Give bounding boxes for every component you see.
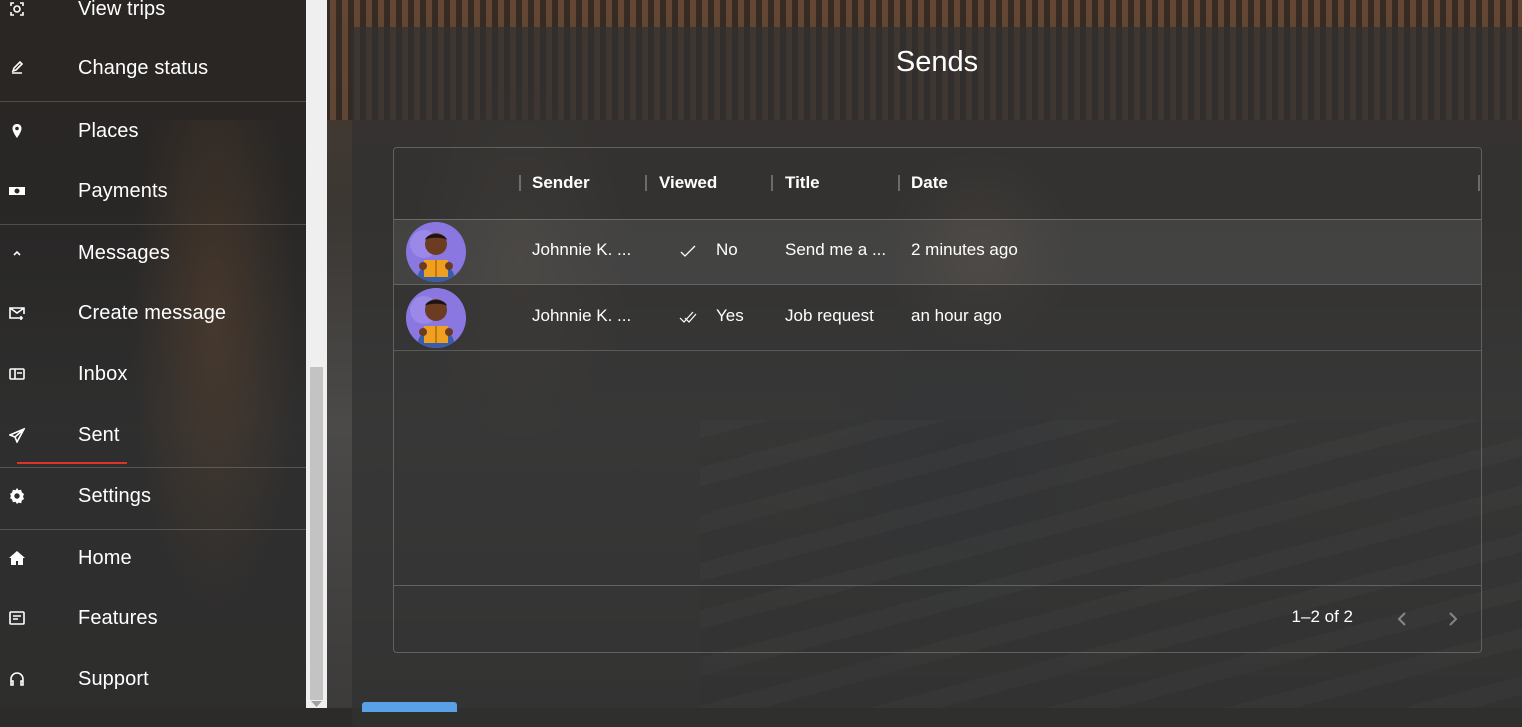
- sidebar-item-payments[interactable]: Payments: [0, 161, 306, 221]
- sidebar-item-label: Change status: [78, 56, 209, 79]
- sender-cell: Johnnie K. ...: [532, 240, 632, 259]
- features-icon: [8, 609, 26, 627]
- sidebar-item-places[interactable]: Places: [0, 101, 306, 161]
- sidebar-item-settings[interactable]: Settings: [0, 466, 306, 526]
- headset-icon: [8, 670, 26, 688]
- sidebar-item-messages[interactable]: Messages: [0, 223, 306, 283]
- sidebar-scrollbar[interactable]: [306, 0, 327, 708]
- sidebar-item-label: Create message: [78, 301, 227, 324]
- sidebar-item-label: Sent: [78, 423, 120, 446]
- scroll-down-arrow-icon[interactable]: [311, 701, 322, 707]
- viewed-cell: Yes: [716, 306, 744, 325]
- avatar: [406, 222, 466, 282]
- column-separator[interactable]: [1478, 175, 1480, 191]
- sidebar-item-label: Features: [78, 606, 158, 629]
- sidebar-item-label: Places: [78, 119, 139, 142]
- money-icon: [8, 182, 26, 200]
- sidebar-item-change-status[interactable]: Change status: [0, 38, 306, 98]
- sidebar: View trips Change status Places Payments…: [0, 0, 306, 708]
- title-cell: Send me a ...: [785, 240, 887, 259]
- chevron-left-icon: [1397, 612, 1406, 626]
- column-separator[interactable]: [519, 175, 521, 191]
- column-separator[interactable]: [898, 175, 900, 191]
- sidebar-item-label: Payments: [78, 179, 168, 202]
- sidebar-item-features[interactable]: Features: [0, 588, 306, 648]
- bottom-action-button[interactable]: [362, 702, 457, 712]
- pagination-label: 1–2 of 2: [1291, 607, 1353, 626]
- column-header-date[interactable]: Date: [911, 173, 948, 193]
- mail-add-icon: [8, 304, 26, 322]
- sidebar-item-label: Home: [78, 546, 132, 569]
- page-title: Sends: [895, 46, 979, 78]
- double-check-icon: [679, 311, 697, 323]
- column-header-viewed[interactable]: Viewed: [659, 173, 717, 193]
- previous-page-button[interactable]: [1389, 606, 1415, 632]
- sidebar-item-home[interactable]: Home: [0, 528, 306, 588]
- column-header-title[interactable]: Title: [785, 173, 820, 193]
- inbox-icon: [8, 365, 26, 383]
- single-check-icon: [680, 245, 696, 257]
- sidebar-item-inbox[interactable]: Inbox: [0, 344, 306, 404]
- table-row[interactable]: Johnnie K. ... Yes Job request an hour a…: [394, 285, 1481, 351]
- home-icon: [8, 549, 26, 567]
- sidebar-item-sent[interactable]: Sent: [0, 405, 306, 465]
- title-cell: Job request: [785, 306, 874, 325]
- column-separator[interactable]: [771, 175, 773, 191]
- column-separator[interactable]: [645, 175, 647, 191]
- date-cell: 2 minutes ago: [911, 240, 1018, 259]
- location-pin-icon: [8, 122, 26, 140]
- scrollbar-thumb[interactable]: [310, 367, 323, 700]
- sidebar-item-create-message[interactable]: Create message: [0, 283, 306, 343]
- main-panel: Sends Sender Viewed Title Date Johnnie K…: [352, 27, 1522, 727]
- table-row[interactable]: Johnnie K. ... No Send me a ... 2 minute…: [394, 219, 1481, 285]
- sidebar-item-support[interactable]: Support: [0, 649, 306, 708]
- viewed-cell: No: [716, 240, 738, 259]
- active-indicator: [17, 462, 127, 464]
- view-trips-icon: [8, 0, 26, 18]
- sidebar-item-label: Inbox: [78, 362, 128, 385]
- date-cell: an hour ago: [911, 306, 1002, 325]
- chevron-right-icon: [1449, 612, 1458, 626]
- sender-cell: Johnnie K. ...: [532, 306, 632, 325]
- sidebar-item-label: Support: [78, 667, 149, 690]
- avatar: [406, 288, 466, 348]
- sidebar-item-label: View trips: [78, 0, 166, 20]
- column-header-sender[interactable]: Sender: [532, 173, 590, 193]
- next-page-button[interactable]: [1440, 606, 1466, 632]
- messages-table: Sender Viewed Title Date Johnnie K. ... …: [393, 147, 1482, 653]
- chevron-up-icon: [8, 244, 26, 262]
- table-footer: 1–2 of 2: [394, 585, 1481, 652]
- table-header: Sender Viewed Title Date: [394, 148, 1481, 220]
- sidebar-item-label: Messages: [78, 241, 170, 264]
- sidebar-item-view-trips[interactable]: View trips: [0, 0, 306, 39]
- gear-icon: [8, 487, 26, 505]
- send-icon: [8, 426, 26, 444]
- edit-icon: [8, 59, 26, 77]
- sidebar-item-label: Settings: [78, 484, 152, 507]
